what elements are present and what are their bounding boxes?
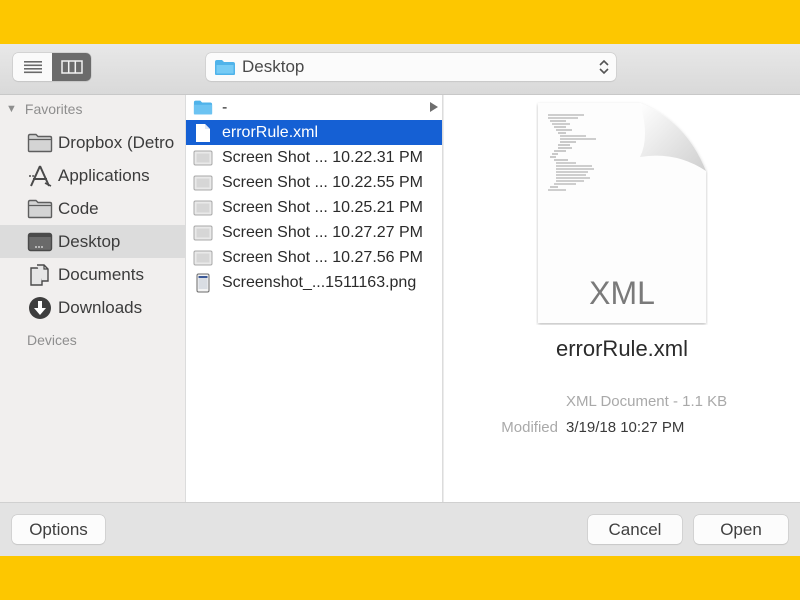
file-name: Screen Shot ... 10.25.21 PM	[222, 198, 424, 216]
file-name: Screenshot_...1511163.png	[222, 273, 417, 291]
toolbar: Desktop	[0, 44, 800, 95]
image-icon	[193, 248, 213, 268]
sidebar-item-label: Dropbox (Detro	[58, 132, 175, 152]
file-row-folder[interactable]: -	[186, 95, 442, 120]
file-name: errorRule.xml	[222, 123, 319, 141]
folder-icon	[193, 98, 213, 118]
column-view-button[interactable]	[52, 53, 91, 81]
file-name: Screen Shot ... 10.27.27 PM	[222, 223, 424, 241]
file-name: Screen Shot ... 10.22.55 PM	[222, 173, 424, 191]
preview-file-kind: XML Document - 1.1 KB	[566, 393, 728, 410]
file-row[interactable]: Screenshot_...1511163.png	[186, 270, 442, 295]
preview-file-name: errorRule.xml	[555, 336, 689, 361]
location-label: Desktop	[242, 57, 305, 76]
folder-icon	[27, 197, 53, 221]
sidebar-item-label: Desktop	[58, 231, 121, 251]
sidebar-item-label: Applications	[58, 165, 150, 185]
disclosure-triangle-icon: ▼	[6, 103, 17, 115]
options-button[interactable]: Options	[12, 515, 105, 544]
xml-icon-label: XML	[589, 275, 655, 311]
file-list-column: - errorRule.xml Screen Shot ... 10.22.31…	[186, 95, 443, 502]
phone-image-icon	[193, 273, 213, 293]
bottom-bar: Options Cancel Open	[0, 502, 800, 556]
sidebar-item-label: Code	[58, 198, 99, 218]
desktop-icon	[27, 230, 53, 254]
sidebar: ▼ Favorites Dropbox (Detro Applications	[0, 95, 186, 502]
preview-pane: XML errorRule.xml XML Document - 1.1 KB …	[444, 95, 800, 502]
image-icon	[193, 223, 213, 243]
folder-icon	[27, 131, 53, 155]
cancel-button[interactable]: Cancel	[588, 515, 682, 544]
file-row[interactable]: Screen Shot ... 10.22.55 PM	[186, 170, 442, 195]
file-name: -	[222, 98, 228, 116]
devices-label: Devices	[27, 332, 77, 348]
file-row-selected[interactable]: errorRule.xml	[186, 120, 442, 145]
sidebar-item-code[interactable]: Code	[0, 192, 185, 225]
file-row[interactable]: Screen Shot ... 10.27.56 PM	[186, 245, 442, 270]
open-file-dialog: Desktop ▼ Favorites Dropbox (Detro Appli…	[0, 44, 800, 556]
devices-header[interactable]: Devices	[27, 329, 77, 351]
image-icon	[193, 198, 213, 218]
downloads-icon	[27, 296, 53, 320]
open-button[interactable]: Open	[694, 515, 788, 544]
image-icon	[193, 173, 213, 193]
file-row[interactable]: Screen Shot ... 10.22.31 PM	[186, 145, 442, 170]
sidebar-item-documents[interactable]: Documents	[0, 258, 185, 291]
xml-document-icon: XML	[538, 103, 706, 323]
browser-content: ▼ Favorites Dropbox (Detro Applications	[0, 95, 800, 502]
columns-icon	[60, 60, 83, 74]
sidebar-item-desktop[interactable]: Desktop	[0, 225, 185, 258]
file-row[interactable]: Screen Shot ... 10.27.27 PM	[186, 220, 442, 245]
list-icon	[23, 61, 42, 74]
preview-modified-value: 3/19/18 10:27 PM	[566, 419, 685, 436]
sidebar-item-label: Documents	[58, 264, 144, 284]
file-name: Screen Shot ... 10.27.56 PM	[222, 248, 424, 266]
documents-icon	[27, 263, 53, 287]
favorites-header[interactable]: ▼ Favorites	[6, 98, 82, 120]
sidebar-item-label: Downloads	[58, 297, 143, 317]
document-icon	[193, 123, 213, 143]
disclosure-arrow-icon	[430, 102, 438, 112]
applications-icon	[27, 164, 53, 188]
preview-modified-label: Modified	[501, 419, 558, 436]
list-view-button[interactable]	[13, 53, 52, 81]
sidebar-item-downloads[interactable]: Downloads	[0, 291, 185, 324]
file-row[interactable]: Screen Shot ... 10.25.21 PM	[186, 195, 442, 220]
sidebar-item-dropbox[interactable]: Dropbox (Detro	[0, 126, 185, 159]
file-name: Screen Shot ... 10.22.31 PM	[222, 148, 424, 166]
image-icon	[193, 148, 213, 168]
favorites-label: Favorites	[24, 101, 83, 117]
location-popup[interactable]: Desktop	[206, 53, 616, 81]
folder-icon	[215, 59, 235, 75]
chevron-updown-icon	[599, 59, 609, 75]
view-mode-control	[13, 53, 91, 81]
sidebar-item-applications[interactable]: Applications	[0, 159, 185, 192]
